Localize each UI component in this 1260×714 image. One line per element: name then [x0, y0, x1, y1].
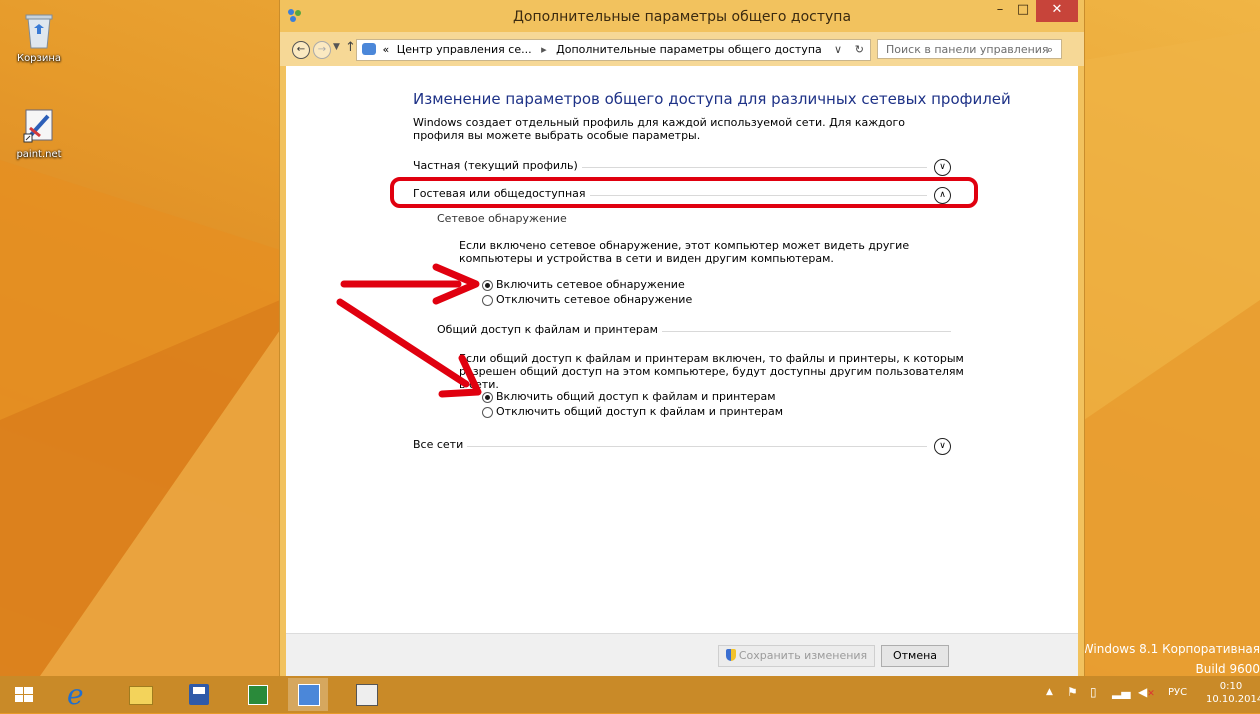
refresh-icon[interactable]: ↻	[855, 40, 864, 60]
recycle-bin-label: Корзина	[16, 53, 62, 64]
cancel-button[interactable]: Отмена	[881, 645, 949, 667]
search-input[interactable]: Поиск в панели управления ⌕	[877, 39, 1062, 59]
windows-logo-icon	[15, 687, 33, 702]
breadcrumb-separator: ▸	[541, 43, 547, 56]
save-button-label: Сохранить изменения	[738, 649, 868, 662]
floppy-taskbar[interactable]	[178, 678, 218, 711]
action-center-flag-icon[interactable]: ⚑	[1067, 685, 1078, 699]
annotation-arrows	[336, 263, 482, 398]
address-prefix: «	[382, 43, 390, 56]
annotation-arrow-lower	[336, 298, 482, 398]
window-titlebar[interactable]: Дополнительные параметры общего доступа …	[280, 0, 1084, 32]
maximize-button[interactable]: □	[1012, 0, 1034, 22]
section-all-title: Все сети	[413, 438, 468, 451]
advanced-sharing-window: Дополнительные параметры общего доступа …	[280, 0, 1084, 677]
recycle-bin-shortcut[interactable]: Корзина	[4, 10, 74, 64]
internet-explorer-taskbar[interactable]: e	[59, 678, 99, 711]
clock-time: 0:10	[1219, 681, 1243, 692]
recent-dropdown-icon[interactable]: ▼	[333, 42, 340, 52]
recycle-bin-icon	[22, 10, 56, 50]
paint-net-label: paint.net	[16, 149, 62, 160]
network-signal-icon[interactable]: ▂▄	[1112, 685, 1130, 699]
show-hidden-icons-icon[interactable]: ▲	[1046, 687, 1053, 697]
close-button[interactable]: ✕	[1036, 0, 1078, 22]
address-field[interactable]: « Центр управления се... ▸ Дополнительны…	[356, 39, 871, 61]
address-dropdown-icon[interactable]: ∨	[834, 40, 842, 60]
forward-arrow-icon[interactable]: →	[313, 41, 331, 59]
paint-net-shortcut[interactable]: paint.net	[4, 106, 74, 160]
breadcrumb-control-center[interactable]: Центр управления се...	[397, 43, 532, 56]
control-panel-taskbar[interactable]	[288, 678, 328, 711]
up-arrow-icon[interactable]: ↑	[345, 40, 356, 55]
watermark-edition: Windows 8.1 Корпоративная	[1081, 642, 1260, 656]
power-icon[interactable]: ▯	[1090, 685, 1097, 699]
search-icon: ⌕	[1046, 43, 1053, 56]
control-panel-icon	[362, 43, 376, 55]
window-footer: Сохранить изменения Отмена	[286, 633, 1078, 677]
shield-icon	[725, 649, 736, 661]
paint-net-icon	[356, 684, 378, 706]
search-placeholder: Поиск в панели управления	[886, 43, 1049, 56]
clock-date: 10.10.2014	[1206, 694, 1260, 705]
save-button[interactable]: Сохранить изменения	[718, 645, 875, 667]
floppy-icon	[189, 684, 209, 705]
internet-explorer-icon: e	[67, 678, 84, 711]
store-taskbar[interactable]	[236, 678, 276, 711]
breadcrumb-current[interactable]: Дополнительные параметры общего доступа	[556, 43, 822, 56]
minimize-button[interactable]: –	[988, 0, 1012, 22]
back-arrow-icon[interactable]: ←	[292, 41, 310, 59]
paint-net-taskbar[interactable]	[346, 678, 386, 711]
start-button[interactable]	[4, 678, 44, 711]
language-indicator[interactable]: РУС	[1168, 687, 1187, 698]
paint-net-icon	[22, 106, 56, 146]
annotation-arrow-upper	[340, 263, 480, 305]
taskbar: e ▲ ⚑ ▯ ▂▄ ◀✕ РУС 0:10 10.10.2014	[0, 676, 1260, 713]
store-icon	[248, 685, 268, 705]
section-guest-title: Гостевая или общедоступная	[413, 187, 590, 200]
watermark-build: Build 9600	[1195, 662, 1260, 676]
clock[interactable]: 0:10 10.10.2014	[1206, 680, 1260, 706]
windows-watermark: Windows 8.1 Корпоративная Build 9600	[1082, 639, 1260, 676]
content-pane: Изменение параметров общего доступа для …	[286, 66, 1078, 633]
control-panel-icon	[298, 684, 320, 706]
volume-muted-icon[interactable]: ◀✕	[1138, 685, 1155, 699]
file-explorer-taskbar[interactable]	[119, 678, 159, 711]
sharing-title: Общий доступ к файлам и принтерам	[437, 323, 662, 336]
address-bar-row: ← → ▼ ↑ « Центр управления се... ▸ Допол…	[280, 32, 1084, 66]
window-title: Дополнительные параметры общего доступа	[512, 9, 852, 25]
folder-icon	[129, 686, 153, 705]
section-private-title: Частная (текущий профиль)	[413, 159, 582, 172]
